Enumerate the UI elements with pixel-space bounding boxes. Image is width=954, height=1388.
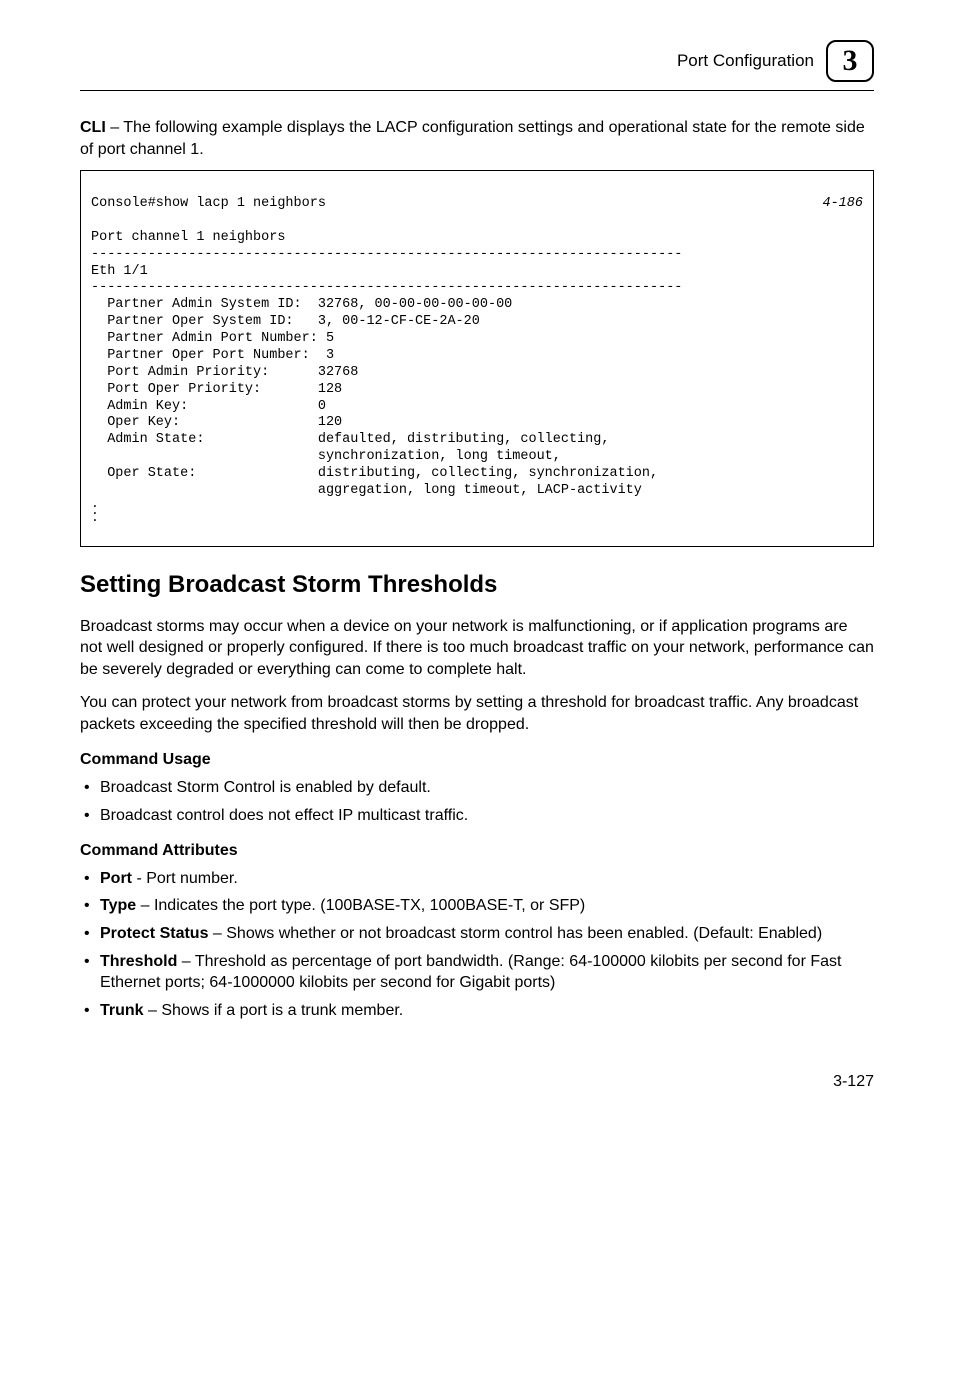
attr-name: Type [100, 897, 136, 914]
cli-row: Partner Oper Port Number: 3 [91, 348, 334, 363]
command-usage-heading: Command Usage [80, 749, 874, 771]
header-rule [80, 90, 874, 91]
list-item: Type – Indicates the port type. (100BASE… [82, 895, 874, 917]
attr-name: Threshold [100, 953, 177, 970]
cli-divider: ----------------------------------------… [91, 280, 682, 295]
cli-row: Oper Key: 120 [91, 415, 342, 430]
page-header: Port Configuration 3 [80, 40, 874, 82]
attr-name: Port [100, 870, 132, 887]
cli-line: Port channel 1 neighbors [91, 230, 285, 245]
cli-page-ref: 4-186 [822, 196, 863, 213]
cli-ellipsis: . . . [91, 500, 863, 521]
header-label: Port Configuration [677, 50, 814, 73]
list-item: Broadcast control does not effect IP mul… [82, 805, 874, 827]
chapter-badge: 3 [826, 40, 874, 82]
attr-desc: – Shows whether or not broadcast storm c… [208, 925, 822, 942]
attributes-bullet-list: Port - Port number. Type – Indicates the… [80, 868, 874, 1022]
cli-row: synchronization, long timeout, [91, 449, 561, 464]
list-item: Broadcast Storm Control is enabled by de… [82, 777, 874, 799]
cli-row: Partner Admin System ID: 32768, 00-00-00… [91, 297, 512, 312]
intro-cli-label: CLI [80, 119, 106, 136]
list-item: Port - Port number. [82, 868, 874, 890]
list-item: Threshold – Threshold as percentage of p… [82, 951, 874, 994]
cli-row: Oper State: distributing, collecting, sy… [91, 466, 658, 481]
list-item: Trunk – Shows if a port is a trunk membe… [82, 1000, 874, 1022]
cli-row: aggregation, long timeout, LACP-activity [91, 483, 642, 498]
intro-paragraph: CLI – The following example displays the… [80, 117, 874, 160]
attr-name: Trunk [100, 1002, 144, 1019]
body-paragraph: You can protect your network from broadc… [80, 692, 874, 735]
attr-name: Protect Status [100, 925, 208, 942]
attr-desc: - Port number. [132, 870, 238, 887]
cli-row: Partner Oper System ID: 3, 00-12-CF-CE-2… [91, 314, 480, 329]
attr-desc: – Shows if a port is a trunk member. [144, 1002, 404, 1019]
cli-divider: ----------------------------------------… [91, 247, 682, 262]
page-number: 3-127 [80, 1071, 874, 1093]
attr-desc: – Indicates the port type. (100BASE-TX, … [136, 897, 585, 914]
intro-text: – The following example displays the LAC… [80, 119, 865, 158]
section-title: Setting Broadcast Storm Thresholds [80, 569, 874, 601]
body-paragraph: Broadcast storms may occur when a device… [80, 616, 874, 681]
cli-command: Console#show lacp 1 neighbors [91, 196, 326, 213]
cli-output-box: Console#show lacp 1 neighbors 4-186 Port … [80, 170, 874, 547]
command-attributes-heading: Command Attributes [80, 840, 874, 862]
cli-row: Port Admin Priority: 32768 [91, 365, 358, 380]
cli-row: Admin Key: 0 [91, 399, 326, 414]
attr-desc: – Threshold as percentage of port bandwi… [100, 953, 841, 992]
cli-row: Port Oper Priority: 128 [91, 382, 342, 397]
cli-eth: Eth 1/1 [91, 264, 148, 279]
cli-row: Partner Admin Port Number: 5 [91, 331, 334, 346]
list-item: Protect Status – Shows whether or not br… [82, 923, 874, 945]
cli-row: Admin State: defaulted, distributing, co… [91, 432, 609, 447]
usage-bullet-list: Broadcast Storm Control is enabled by de… [80, 777, 874, 826]
